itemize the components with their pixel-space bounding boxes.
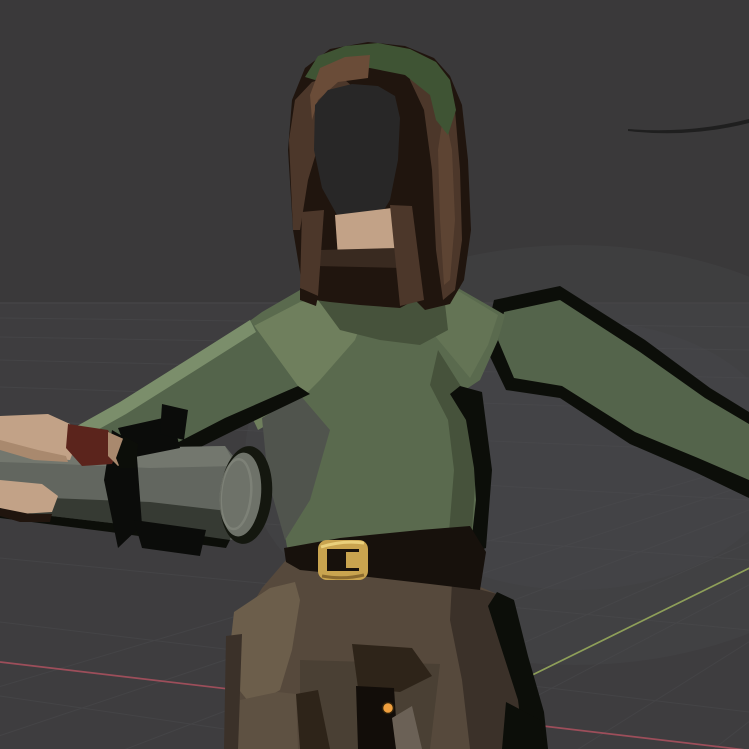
- belt-buckle-tab: [346, 552, 361, 568]
- head: [288, 42, 471, 310]
- viewport-canvas[interactable]: [0, 0, 749, 749]
- blender-3d-viewport[interactable]: [0, 0, 749, 749]
- leg-gap: [356, 686, 398, 749]
- strap-buckle-piece: [160, 404, 188, 440]
- neck-shadow: [316, 248, 402, 268]
- pants-left-leg-panel: [238, 692, 298, 749]
- object-origin-point[interactable]: [383, 703, 394, 714]
